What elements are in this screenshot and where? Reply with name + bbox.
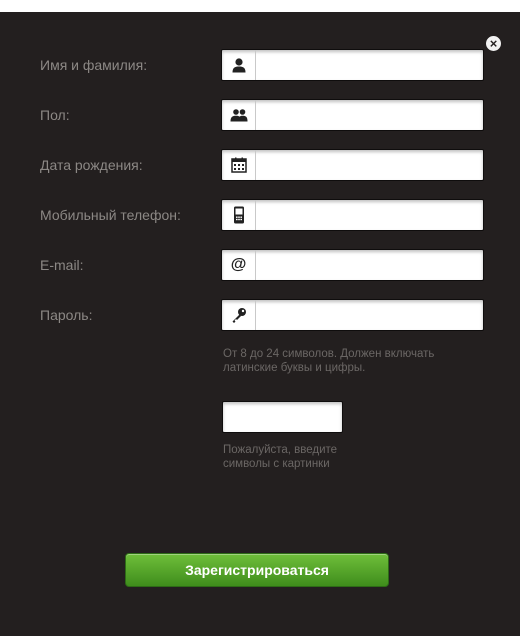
password-hint-line: От 8 до 24 символов. Должен включать: [223, 348, 435, 360]
phone-field[interactable]: [221, 199, 484, 231]
password-input[interactable]: [258, 302, 482, 330]
captcha-hint: Пожалуйста, введите символы с картинки: [223, 443, 337, 471]
gender-label: Пол:: [40, 107, 70, 123]
birthdate-field[interactable]: [221, 149, 484, 181]
captcha-field[interactable]: [222, 401, 343, 433]
name-row: Имя и фамилия:: [0, 49, 520, 81]
top-bar: [0, 0, 520, 12]
password-hint: От 8 до 24 символов. Должен включать лат…: [223, 347, 434, 375]
captcha-input[interactable]: [223, 402, 342, 430]
name-label: Имя и фамилия:: [40, 57, 148, 73]
captcha-hint-line: символы с картинки: [223, 458, 330, 470]
mobile-phone-icon: [222, 200, 256, 230]
at-sign-icon: @: [222, 250, 256, 280]
registration-panel: × Имя и фамилия: Пол: Дата рождения: Моб…: [0, 12, 520, 636]
email-input[interactable]: [258, 252, 482, 280]
gender-input[interactable]: [258, 102, 482, 130]
people-icon: [222, 100, 256, 130]
captcha-hint-line: Пожалуйста, введите: [223, 444, 338, 456]
calendar-icon: [222, 150, 256, 180]
phone-label: Мобильный телефон:: [40, 207, 181, 223]
password-row: Пароль:: [0, 299, 520, 331]
birthdate-row: Дата рождения:: [0, 149, 520, 181]
gender-row: Пол:: [0, 99, 520, 131]
password-hint-line: латинские буквы и цифры.: [223, 362, 366, 374]
birthdate-label: Дата рождения:: [40, 157, 143, 173]
email-row: E-mail: @: [0, 249, 520, 281]
email-field[interactable]: @: [221, 249, 484, 281]
gender-field[interactable]: [221, 99, 484, 131]
password-field[interactable]: [221, 299, 484, 331]
email-label: E-mail:: [40, 257, 84, 273]
key-icon: [222, 300, 256, 330]
person-icon: [222, 50, 256, 80]
register-button[interactable]: Зарегистрироваться: [125, 553, 389, 587]
name-input[interactable]: [258, 52, 482, 80]
phone-input[interactable]: [258, 202, 482, 230]
phone-row: Мобильный телефон:: [0, 199, 520, 231]
name-field[interactable]: [221, 49, 484, 81]
password-label: Пароль:: [40, 307, 93, 323]
birthdate-input[interactable]: [258, 152, 482, 180]
